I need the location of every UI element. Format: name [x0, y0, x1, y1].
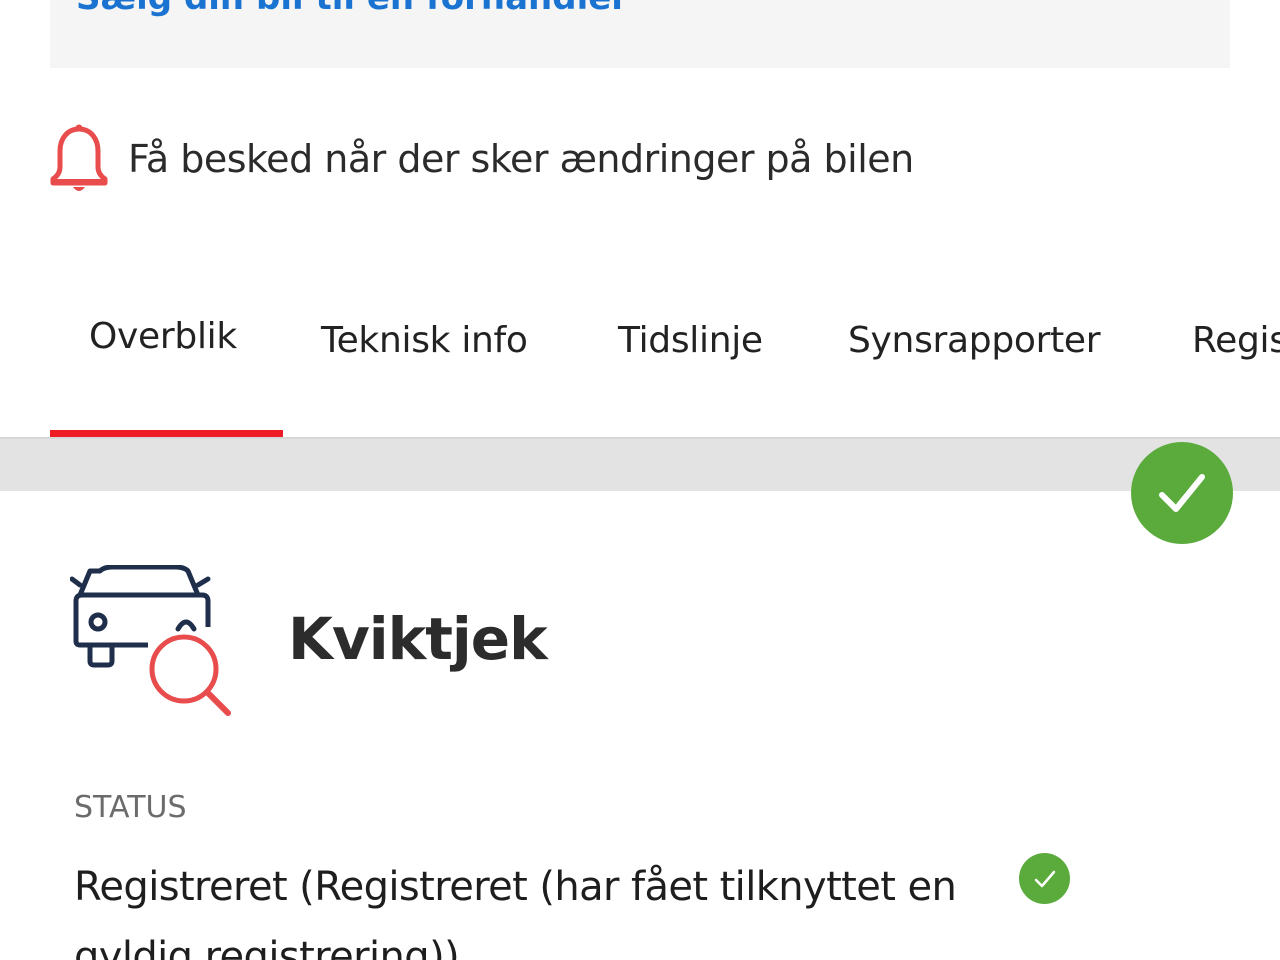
tab-synsrapporter[interactable]: Synsrapporter — [848, 320, 1101, 361]
checkmark-icon — [1159, 474, 1205, 512]
sell-car-banner[interactable]: Sælg din bil til en forhandler — [50, 0, 1230, 68]
tabs-divider — [0, 437, 1280, 491]
sell-car-link[interactable]: Sælg din bil til en forhandler — [76, 0, 628, 18]
notify-changes-text: Få besked når der sker ændringer på bile… — [128, 137, 914, 181]
bell-icon — [50, 124, 108, 191]
status-ok-badge — [1131, 442, 1233, 544]
status-label: STATUS — [74, 790, 187, 825]
status-ok-small-badge — [1019, 853, 1070, 904]
tab-tidslinje[interactable]: Tidslinje — [618, 320, 763, 361]
tab-bar: Overblik Teknisk info Tidslinje Synsrapp… — [0, 300, 1280, 440]
car-search-icon — [70, 565, 231, 716]
checkmark-icon — [1034, 870, 1055, 887]
notify-changes-row[interactable]: Få besked når der sker ændringer på bile… — [50, 122, 1050, 196]
tab-registrering[interactable]: Registrering — [1192, 320, 1280, 361]
tab-overblik[interactable]: Overblik — [89, 316, 237, 357]
page: Sælg din bil til en forhandler Få besked… — [0, 0, 1280, 960]
tab-teknisk-info[interactable]: Teknisk info — [321, 320, 528, 361]
quickcheck-title: Kviktjek — [288, 605, 548, 673]
status-value: Registreret (Registreret (har fået tilkn… — [74, 864, 957, 960]
